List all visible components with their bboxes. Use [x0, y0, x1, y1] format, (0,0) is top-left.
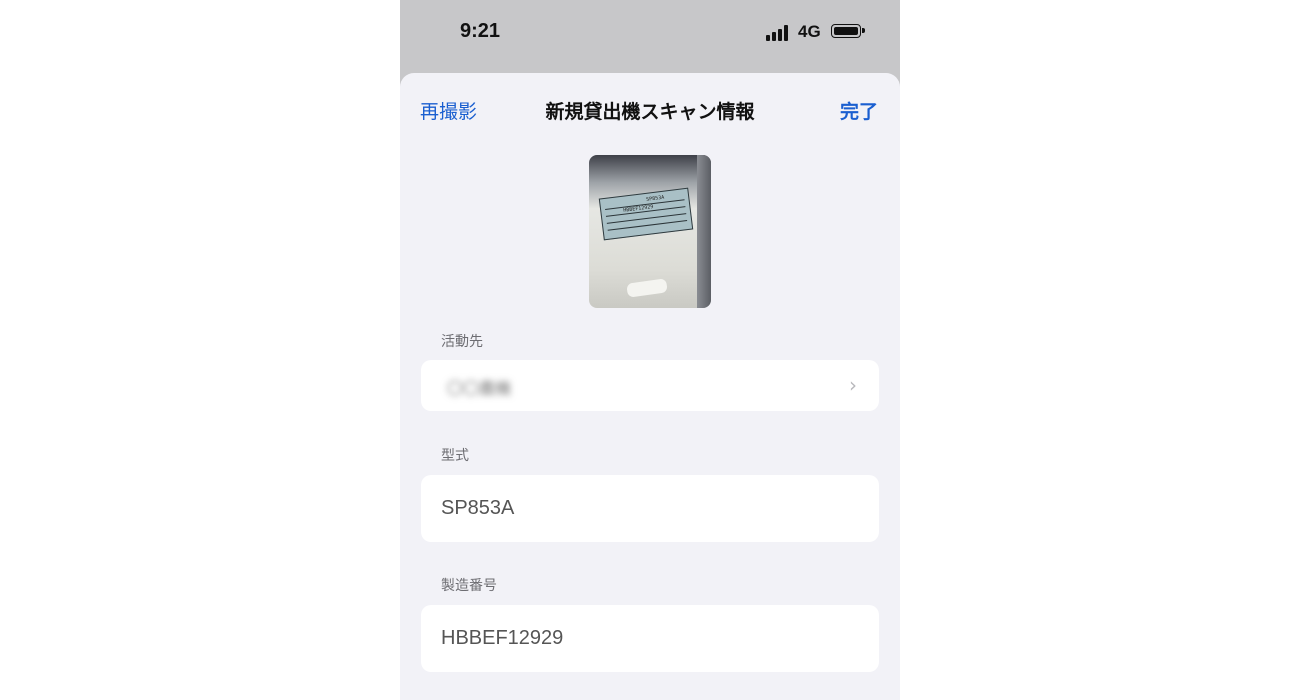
serial-value: HBBEF12929 [441, 627, 564, 649]
serial-field[interactable]: HBBEF12929 [421, 605, 879, 672]
activity-value: 〇〇農機 [447, 379, 512, 398]
status-time: 9:21 [460, 20, 501, 42]
activity-field[interactable]: 〇〇農機 › [421, 360, 879, 411]
captured-photo-thumbnail[interactable]: SP853A HBBEF12929 [589, 155, 711, 308]
model-value: SP853A [441, 497, 515, 519]
done-button[interactable]: 完了 [840, 97, 878, 124]
status-bar: 9:21 4G [400, 0, 900, 70]
model-label: 型式 [441, 448, 469, 464]
network-type: 4G [798, 22, 821, 41]
model-field[interactable]: SP853A [421, 475, 879, 542]
scan-info-sheet: 新規貸出機スキャン情報 再撮影 完了 SP853A HBBEF12929 活動先… [400, 73, 900, 700]
chevron-right-icon: › [849, 373, 857, 397]
retake-button[interactable]: 再撮影 [420, 97, 477, 124]
activity-label: 活動先 [441, 334, 483, 350]
serial-label: 製造番号 [441, 578, 497, 594]
signal-icon [766, 25, 792, 41]
battery-icon [831, 24, 865, 38]
phone-screen: 9:21 4G 新規貸出機スキャン情報 再撮影 完了 SP853A HBBEF1… [400, 0, 900, 700]
nameplate-image: SP853A HBBEF12929 [598, 187, 694, 241]
